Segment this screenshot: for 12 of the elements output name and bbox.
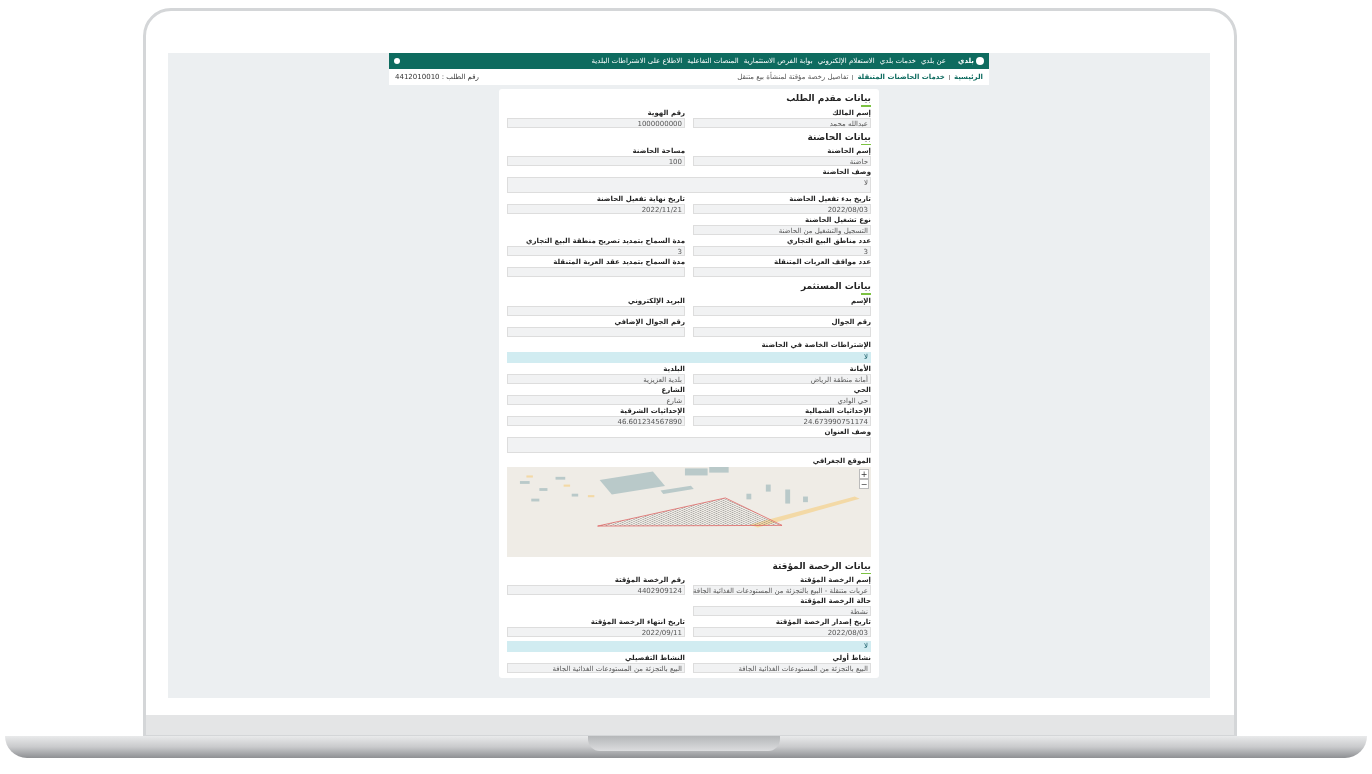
user-icon[interactable] — [394, 58, 400, 64]
section-title: بيانات مقدم الطلب — [786, 93, 871, 104]
title-underline — [861, 105, 871, 107]
title-underline — [861, 143, 871, 145]
section-title: بيانات الحاضنة — [807, 131, 871, 143]
zoom-out-button[interactable]: − — [859, 478, 869, 489]
title-underline — [861, 572, 871, 574]
title-underline — [861, 293, 871, 295]
section-title: بيانات الرخصة المؤقتة — [772, 560, 871, 572]
logo-icon — [976, 57, 984, 65]
zoom-in-button[interactable]: + — [859, 468, 869, 479]
section-title: بيانات المستثمر — [801, 281, 871, 292]
